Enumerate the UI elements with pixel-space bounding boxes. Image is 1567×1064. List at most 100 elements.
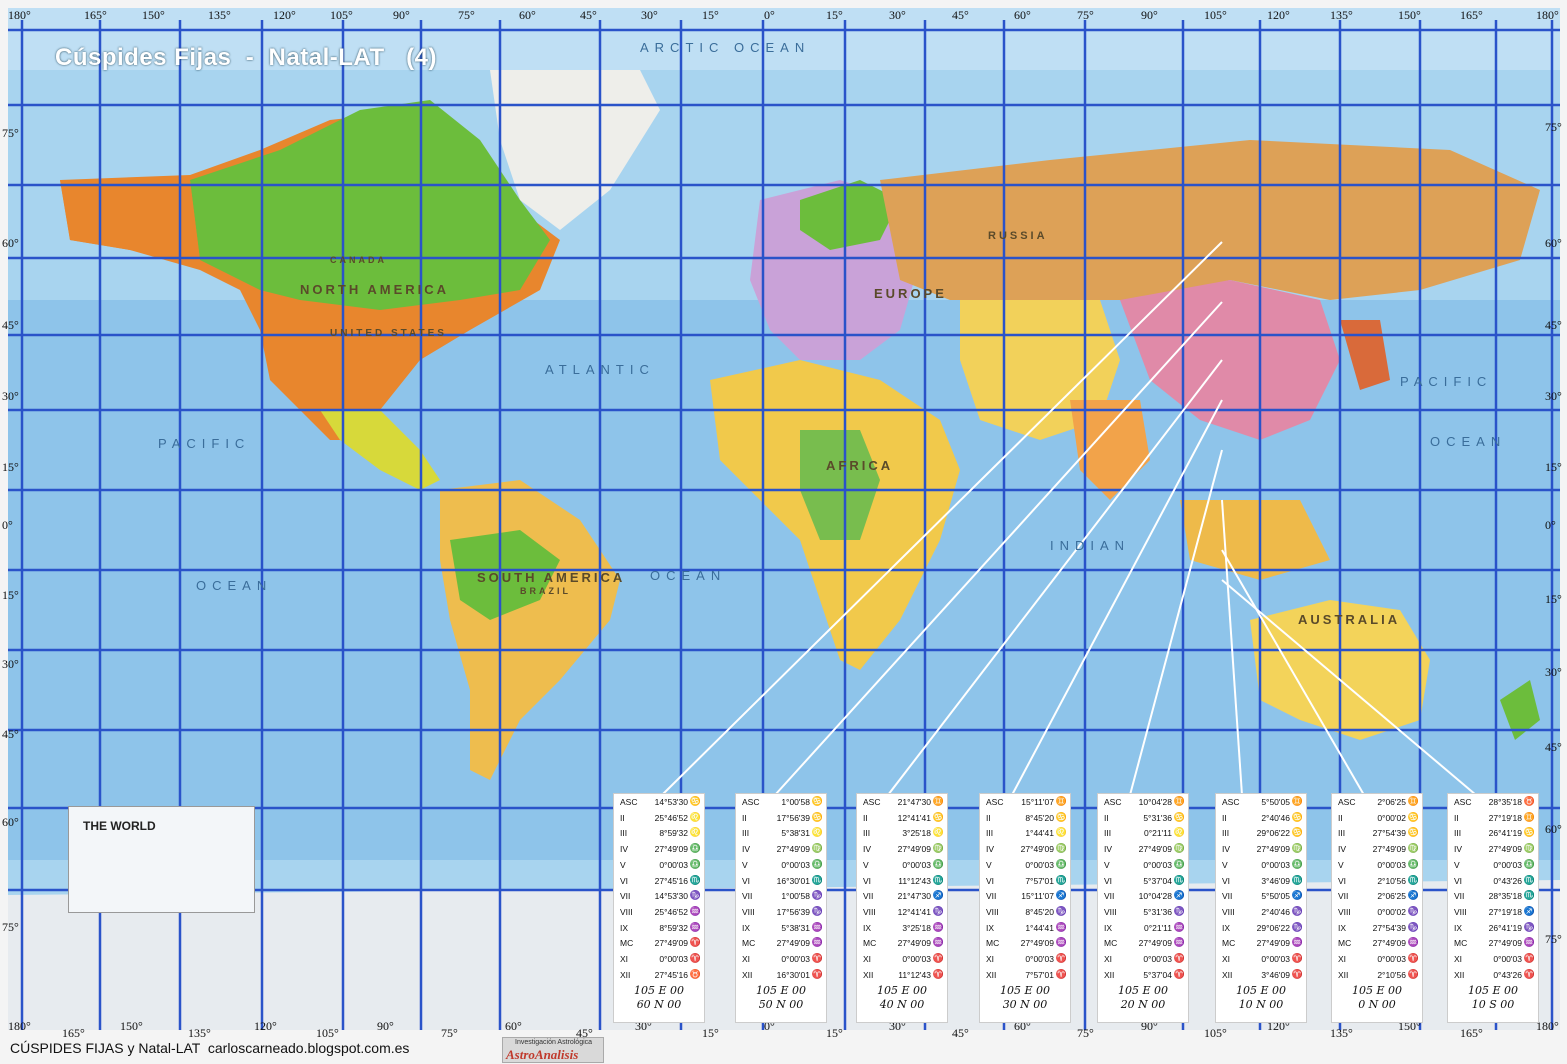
zodiac-sign-icon: ♋ [811,796,823,806]
cusp-degree: 0°00'03 [1493,954,1522,964]
cusp-row: XII 16°30'01 ♈ [736,967,826,983]
cusp-degree: 25°46'52 [654,906,688,917]
cusp-degree: 27°49'09 [1020,844,1054,855]
top-longitude-label: 150° [142,8,165,22]
cusp-row: V 0°00'03 ♎ [980,857,1070,873]
cusp-degree: 14°53'30 [654,891,688,902]
cusp-row: IV 27°49'09 ♍ [736,841,826,857]
zodiac-sign-icon: ♊ [1055,796,1067,806]
house-label: VIII [863,906,876,917]
region-south-america: SOUTH AMERICA [477,570,626,585]
cusp-degree: 0°21'11 [1143,828,1172,839]
house-label: VII [1338,891,1349,902]
house-label: VIII [1104,906,1117,917]
zodiac-sign-icon: ♈ [811,953,823,963]
top-longitude-label: 30° [641,8,658,22]
bottom-longitude-label: 105° [1204,1026,1227,1040]
cusp-degree: 3°46'09 [1261,875,1290,886]
cusp-degree: 0°43'26 [1493,875,1522,886]
house-label: VII [863,891,874,902]
cusp-degree: 0°00'03 [1025,954,1054,964]
cusp-row: V 0°00'03 ♎ [1448,857,1538,873]
house-label: XI [620,954,629,964]
zodiac-sign-icon: ♈ [932,953,944,963]
house-label: III [742,828,750,839]
cusp-degree: 27°49'09 [897,938,931,949]
cusp-row: ASC 15°11'07 ♊ [980,794,1070,810]
house-label: IX [986,922,995,933]
house-cusp-card: ASC 1°00'58 ♋ II 17°56'39 ♋ III 5°38'31 ♌ IV 27°49… [735,793,827,1023]
region-united-states: UNITED STATES [330,328,447,339]
card-location-label: 105 E 00 [1235,984,1286,997]
ocean-pacific-right: PACIFIC [1400,374,1493,389]
zodiac-sign-icon: ♈ [932,968,944,979]
house-label: VIII [986,906,999,917]
house-label: MC [986,938,1000,949]
house-label: II [1454,812,1459,823]
cusp-row: VII 21°47'30 ♐ [857,888,947,904]
cusp-row: IV 27°49'09 ♍ [1216,841,1306,857]
cusp-degree: 14°53'30 [654,797,688,807]
house-label: IX [863,922,872,933]
cusp-row: XI 0°00'03 ♈ [857,951,947,967]
cusp-row: XII 7°57'01 ♈ [980,967,1070,983]
house-label: IV [1338,844,1347,855]
zodiac-sign-icon: ♋ [1291,811,1303,822]
cusp-degree: 27°49'09 [1488,938,1522,949]
cusp-degree: 16°30'01 [776,969,810,980]
cusp-row: XI 0°00'03 ♈ [1098,951,1188,967]
bottom-longitude-label: 15° [702,1026,719,1040]
bottom-longitude-label: 45° [952,1026,969,1040]
cusp-degree: 10°04'28 [1138,797,1172,807]
bottom-longitude-label: 135° [188,1026,211,1040]
house-label: IV [1104,844,1113,855]
house-cusp-card: ASC 2°06'25 ♊ II 0°00'02 ♋ III 27°54'39 ♋ IV 27°49… [1331,793,1423,1023]
zodiac-sign-icon: ♋ [1055,811,1067,822]
cusp-degree: 0°00'03 [1377,859,1406,870]
house-cusp-card: ASC 28°35'18 ♉ II 27°19'18 ♊ III 26°41'19 ♋ IV 27°… [1447,793,1539,1023]
left-latitude-label: 45° [2,727,19,741]
zodiac-sign-icon: ♍ [811,843,823,854]
house-label: IV [1222,844,1231,855]
cusp-degree: 27°19'18 [1488,812,1522,823]
cusp-row: MC 27°49'09 ♒ [736,935,826,951]
cusp-row: ASC 14°53'30 ♋ [614,794,704,810]
cusp-degree: 8°59'32 [659,828,688,839]
zodiac-sign-icon: ♋ [1523,827,1535,838]
zodiac-sign-icon: ♈ [1173,953,1185,963]
zodiac-sign-icon: ♐ [932,890,944,901]
top-longitude-label: 45° [580,8,597,22]
top-longitude-label: 165° [84,8,107,22]
cusp-degree: 7°57'01 [1025,875,1054,886]
zodiac-sign-icon: ♈ [1291,953,1303,963]
zodiac-sign-icon: ♒ [1055,937,1067,948]
cusp-row: MC 27°49'09 ♒ [1448,935,1538,951]
cusp-row: ASC 10°04'28 ♊ [1098,794,1188,810]
top-longitude-label: 15° [826,8,843,22]
cusp-row: VIII 5°31'36 ♑ [1098,904,1188,920]
cusp-degree: 3°25'18 [902,828,931,839]
cusp-degree: 5°37'04 [1143,969,1172,980]
cusp-row: VIII 8°45'20 ♑ [980,904,1070,920]
cusp-row: VII 14°53'30 ♑ [614,888,704,904]
house-cusp-card: ASC 10°04'28 ♊ II 5°31'36 ♋ III 0°21'11 ♌ IV 27°49… [1097,793,1189,1023]
cusp-degree: 27°54'39 [1372,922,1406,933]
zodiac-sign-icon: ♒ [932,937,944,948]
cusp-degree: 5°50'05 [1261,891,1290,902]
cusp-row: MC 27°49'09 ♒ [1216,935,1306,951]
zodiac-sign-icon: ♈ [811,968,823,979]
top-longitude-label: 30° [889,8,906,22]
cusp-row: IV 27°49'09 ♍ [1332,841,1422,857]
house-label: VI [742,875,751,886]
card-location-label: 60 N 00 [636,998,682,1011]
cusp-row: IX 5°38'31 ♒ [736,920,826,936]
cusp-degree: 27°49'09 [897,844,931,855]
cusp-row: V 0°00'03 ♎ [1216,857,1306,873]
cusp-degree: 26°41'19 [1488,828,1522,839]
zodiac-sign-icon: ♎ [1291,858,1303,869]
cusp-row: IX 8°59'32 ♒ [614,920,704,936]
cusp-row: VIII 17°56'39 ♑ [736,904,826,920]
cusp-degree: 27°49'09 [654,844,688,855]
zodiac-sign-icon: ♈ [689,937,701,948]
ocean-arctic: ARCTIC OCEAN [640,40,811,55]
